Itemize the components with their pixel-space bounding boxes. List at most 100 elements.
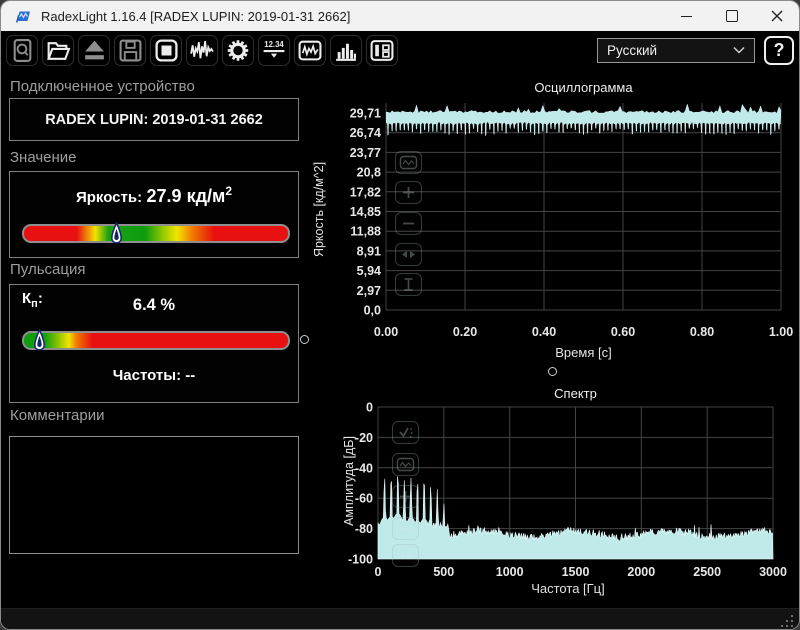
fit-view-button[interactable] <box>395 151 422 174</box>
svg-text:0.80: 0.80 <box>690 325 714 339</box>
svg-text:2000: 2000 <box>627 565 655 579</box>
toolbar-right: Русский ? <box>597 36 794 65</box>
value-section-header: Значение <box>10 149 77 166</box>
zoom-in-button[interactable] <box>395 181 422 204</box>
zoom-out-button[interactable] <box>392 517 419 540</box>
value-box: Яркость: 27.9 кд/м2 <box>9 171 299 258</box>
maximize-button[interactable] <box>709 1 754 31</box>
svg-text:0: 0 <box>366 401 373 415</box>
svg-text:-40: -40 <box>355 461 373 475</box>
radexlight-window: RadexLight 1.16.4 [RADEX LUPIN: 2019-01-… <box>0 0 800 630</box>
close-button[interactable] <box>754 1 799 31</box>
oscillogram-y-axis-label: Яркость [кд/м^2] <box>312 102 326 317</box>
resize-grip[interactable] <box>780 614 794 628</box>
svg-text:-80: -80 <box>355 522 373 536</box>
layout-view-button[interactable] <box>366 35 398 66</box>
fit-horizontal-button[interactable] <box>392 544 419 567</box>
toolbar-buttons: 12.34 <box>6 35 398 66</box>
frequencies-label: Частоты: <box>113 367 181 384</box>
svg-text:0,0: 0,0 <box>364 304 381 318</box>
spectrum-title: Спектр <box>378 386 773 401</box>
brightness-label: Яркость: <box>76 189 142 206</box>
device-section-header: Подключенное устройство <box>10 78 195 95</box>
zoom-out-button[interactable] <box>395 212 422 235</box>
svg-text:11,88: 11,88 <box>350 225 381 239</box>
title-bar: RadexLight 1.16.4 [RADEX LUPIN: 2019-01-… <box>1 1 799 31</box>
brightness-value: 27.9 кд/м2 <box>147 186 233 206</box>
zoom-in-icon <box>396 488 415 505</box>
oscillogram-view-button[interactable] <box>294 35 326 66</box>
svg-text:2,97: 2,97 <box>357 284 381 298</box>
save-button[interactable] <box>114 35 146 66</box>
folder-icon <box>45 38 71 63</box>
bars-icon <box>333 38 359 63</box>
svg-text:29,71: 29,71 <box>350 107 381 121</box>
measurement-view-button[interactable]: 12.34 <box>258 35 290 66</box>
eject-button[interactable] <box>78 35 110 66</box>
brightness-line: Яркость: 27.9 кд/м2 <box>10 184 298 207</box>
zoom-out-icon <box>396 520 415 537</box>
zoom-in-button[interactable] <box>392 485 419 508</box>
language-select-value: Русский <box>607 43 657 58</box>
maximize-icon <box>726 10 738 22</box>
preview-button[interactable] <box>6 35 38 66</box>
svg-text:0.00: 0.00 <box>374 325 398 339</box>
svg-text:20,8: 20,8 <box>357 166 381 180</box>
svg-text:12.34: 12.34 <box>264 39 284 48</box>
brightness-scale-bar <box>22 224 290 243</box>
help-button[interactable]: ? <box>764 36 794 65</box>
oscillogram-mode-button[interactable] <box>186 35 218 66</box>
brightness-marker-icon <box>110 222 123 246</box>
fit-vertical-icon <box>399 276 418 293</box>
oscillogram-chart: Осциллограмма 29,7126,7423,7720,817,8214… <box>304 77 798 377</box>
autoscale-toggle-button[interactable] <box>392 421 419 444</box>
autoscale-toggle-icon <box>396 424 415 441</box>
eject-icon <box>82 38 107 63</box>
osc-window-icon <box>297 38 323 63</box>
svg-text:2500: 2500 <box>693 565 721 579</box>
svg-text:1.00: 1.00 <box>769 325 793 339</box>
oscillogram-title: Осциллограмма <box>386 80 781 95</box>
spectrum-chart: Спектр 0-20-40-60-80-1000500100015002000… <box>336 384 798 610</box>
gear-icon <box>225 38 251 63</box>
language-select[interactable]: Русский <box>597 38 755 63</box>
svg-text:8,91: 8,91 <box>357 244 381 258</box>
svg-text:0.20: 0.20 <box>453 325 477 339</box>
chevron-down-icon <box>733 46 745 54</box>
fit-view-button[interactable] <box>392 453 419 476</box>
fit-vertical-button[interactable] <box>395 273 422 296</box>
fit-horizontal-icon <box>399 246 418 263</box>
fit-horizontal-button[interactable] <box>395 243 422 266</box>
stop-icon <box>154 38 179 63</box>
svg-text:17,82: 17,82 <box>350 185 381 199</box>
svg-text:1500: 1500 <box>562 565 590 579</box>
settings-button[interactable] <box>222 35 254 66</box>
pulsation-scale-bar <box>22 331 290 350</box>
spectrum-y-axis-label: Амплитуда [дБ] <box>342 401 356 561</box>
pulsation-box: Кп: 6.4 % Частоты: -- <box>9 284 299 403</box>
measure-icon: 12.34 <box>261 38 287 63</box>
app-icon <box>14 8 32 24</box>
layout-icon <box>369 38 395 63</box>
minimize-button[interactable] <box>664 1 709 31</box>
svg-text:500: 500 <box>433 565 454 579</box>
window-title: RadexLight 1.16.4 [RADEX LUPIN: 2019-01-… <box>41 9 664 24</box>
stop-button[interactable] <box>150 35 182 66</box>
spectrum-x-axis-label: Частота [Гц] <box>378 581 758 596</box>
spectrum-view-button[interactable] <box>330 35 362 66</box>
oscillogram-x-axis-label: Время [с] <box>386 345 781 360</box>
wave-icon <box>189 38 215 63</box>
svg-text:0.60: 0.60 <box>611 325 635 339</box>
fit-horizontal-icon <box>396 547 415 564</box>
close-icon <box>771 10 783 22</box>
toolbar: 12.34 Русский ? <box>1 31 799 69</box>
status-bar <box>1 608 799 630</box>
open-button[interactable] <box>42 35 74 66</box>
svg-text:23,77: 23,77 <box>350 146 381 160</box>
svg-text:-60: -60 <box>355 492 373 506</box>
zoom-out-icon <box>399 215 418 232</box>
device-name: RADEX LUPIN: 2019-01-31 2662 <box>45 112 263 128</box>
oscillogram-plot[interactable]: 29,7126,7423,7720,817,8214,8511,888,915,… <box>304 77 798 349</box>
preview-icon <box>10 38 35 63</box>
comments-input[interactable] <box>9 436 299 554</box>
